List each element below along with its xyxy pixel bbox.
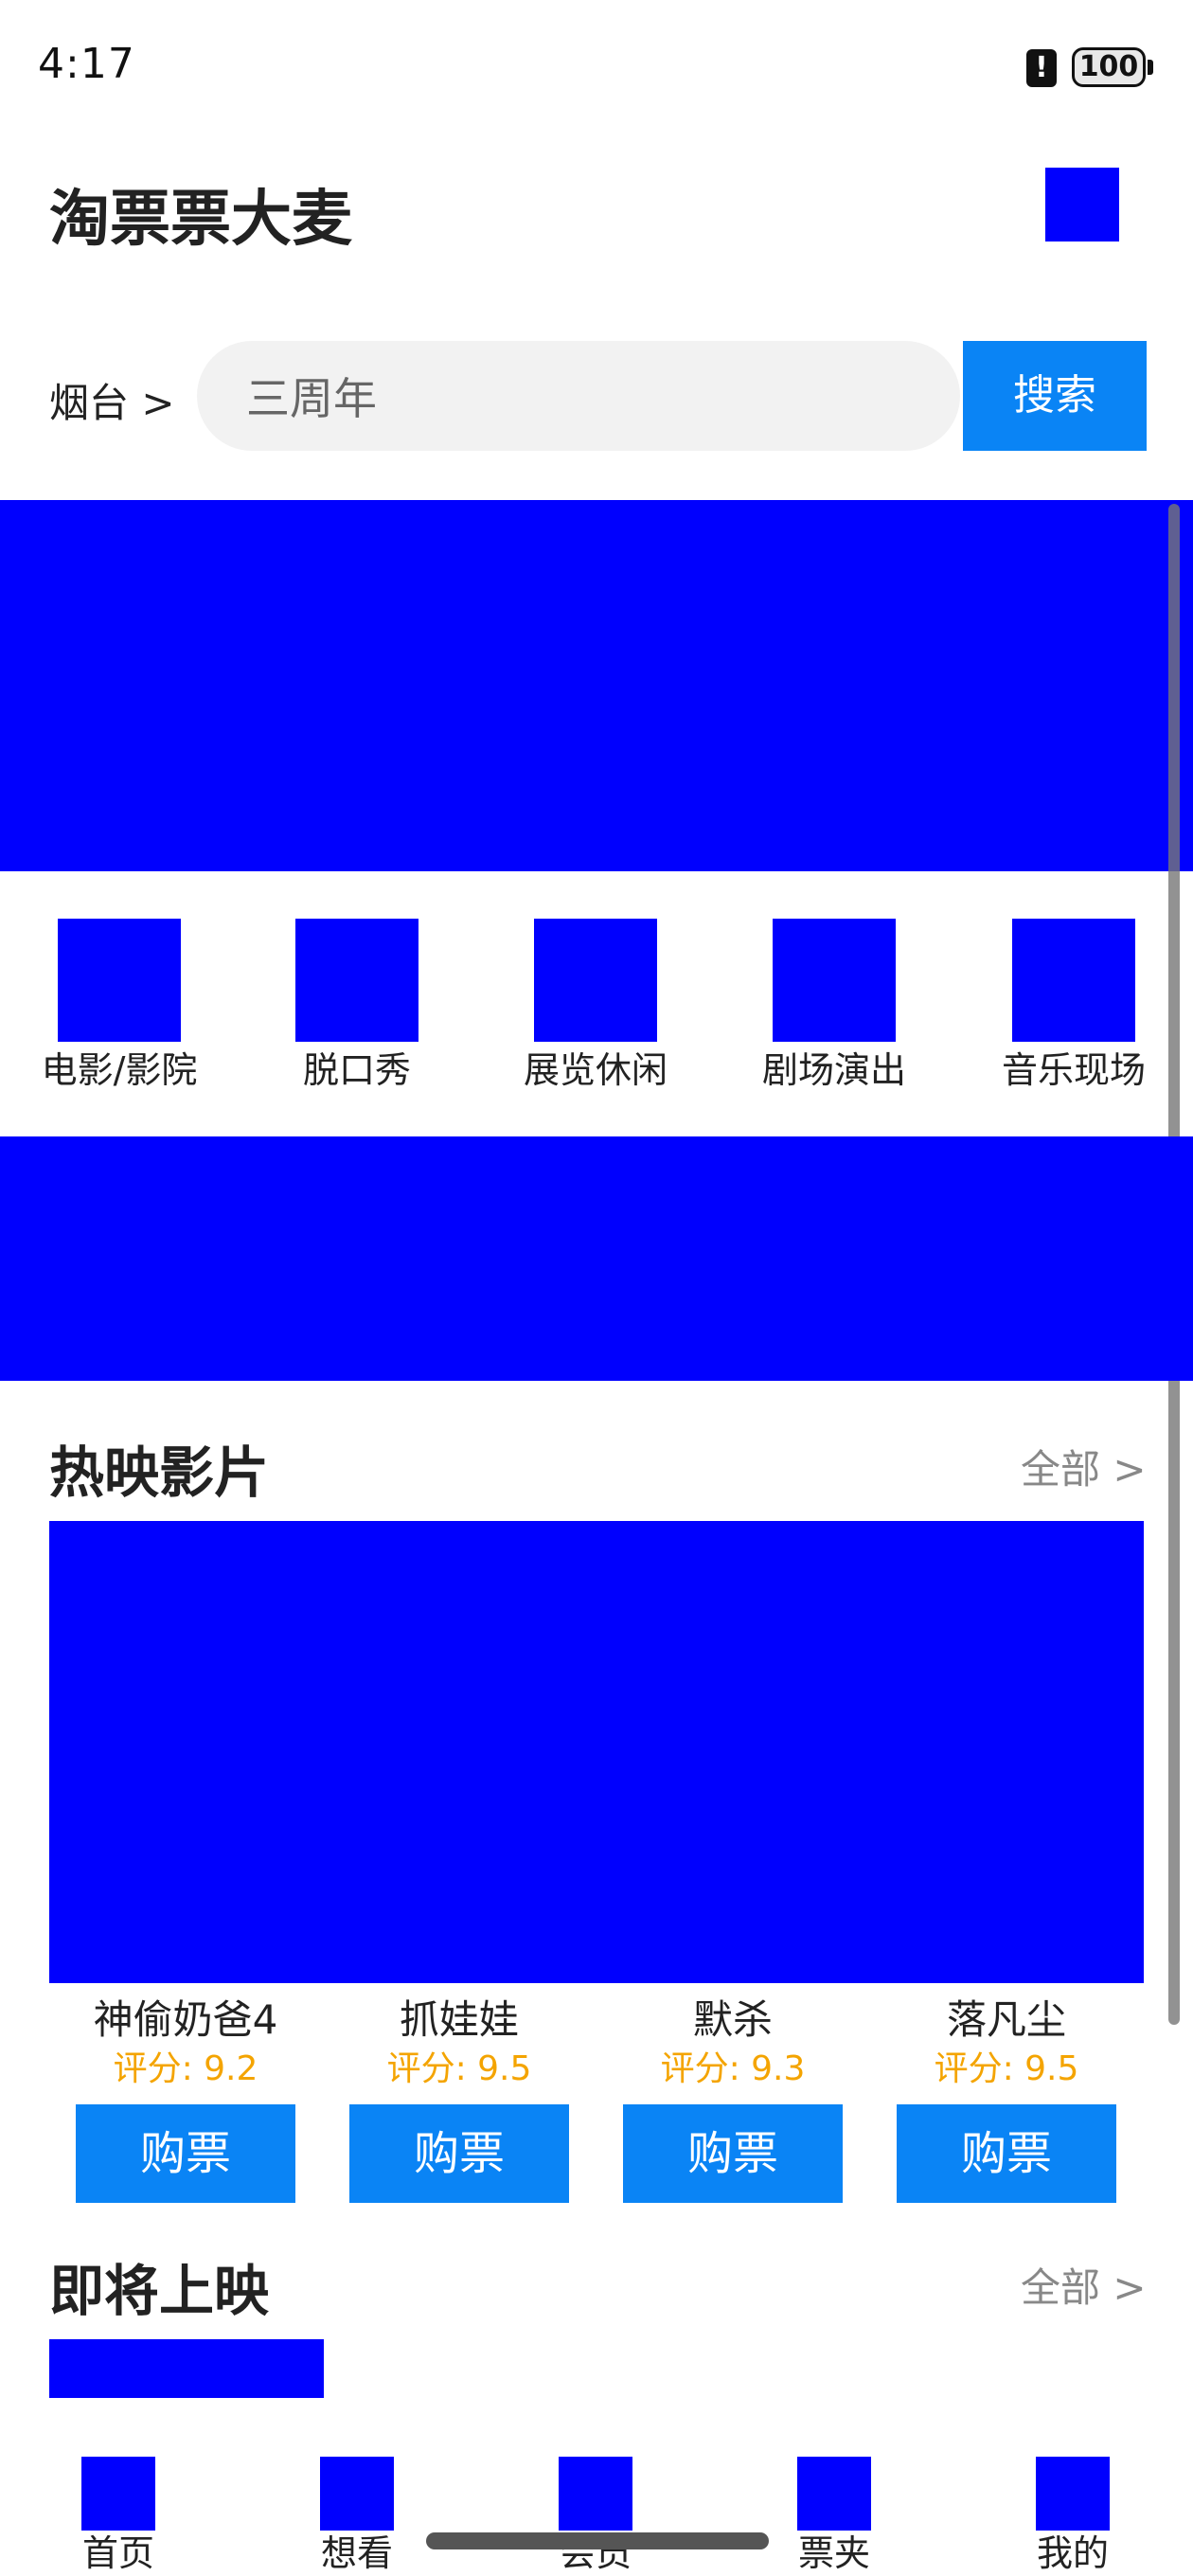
search-button[interactable]: 搜索 — [963, 341, 1147, 451]
battery-tip — [1148, 60, 1153, 75]
category-standup[interactable]: 脱口秀 — [253, 919, 461, 1099]
movie-posters-image[interactable] — [49, 1521, 1144, 1983]
wishlist-icon — [320, 2457, 394, 2531]
buy-ticket-button[interactable]: 购票 — [349, 2104, 569, 2203]
tickets-icon — [797, 2457, 871, 2531]
battery-icon: 100 — [1072, 47, 1146, 87]
profile-icon — [1036, 2457, 1110, 2531]
buy-ticket-button[interactable]: 购票 — [76, 2104, 295, 2203]
movie-card: 神偷奶爸4 评分: 9.2 购票 — [72, 1989, 299, 2203]
movie-name[interactable]: 默杀 — [619, 1989, 846, 2051]
movie-name[interactable]: 神偷奶爸4 — [72, 1989, 299, 2051]
nav-wishlist[interactable]: 想看 — [262, 2457, 452, 2576]
upcoming-title: 即将上映 — [49, 2259, 270, 2323]
movie-score: 评分: 9.5 — [934, 2049, 1079, 2088]
nav-label: 我的 — [1036, 2532, 1109, 2574]
category-label: 展览休闲 — [523, 1049, 668, 1091]
music-category-icon — [1012, 919, 1135, 1042]
category-label: 脱口秀 — [302, 1049, 411, 1091]
nav-home[interactable]: 首页 — [24, 2457, 213, 2576]
top-banner-image[interactable] — [0, 500, 1193, 871]
promo-banner-image[interactable] — [0, 1136, 1193, 1381]
movie-name[interactable]: 落凡尘 — [893, 1989, 1120, 2051]
now-showing-more-link[interactable]: 全部 > — [1021, 1438, 1147, 1495]
nav-tickets[interactable]: 票夹 — [739, 2457, 929, 2576]
category-theater[interactable]: 剧场演出 — [730, 919, 938, 1099]
movie-score: 评分: 9.2 — [113, 2049, 258, 2088]
movie-card: 落凡尘 评分: 9.5 购票 — [893, 1989, 1120, 2203]
now-showing-title: 热映影片 — [49, 1440, 270, 1505]
nav-profile[interactable]: 我的 — [978, 2457, 1167, 2576]
movie-card: 抓娃娃 评分: 9.5 购票 — [346, 1989, 573, 2203]
city-selector[interactable]: 烟台 > — [49, 371, 175, 429]
nav-label: 想看 — [320, 2532, 393, 2574]
movie-card: 默杀 评分: 9.3 购票 — [619, 1989, 846, 2203]
search-input[interactable] — [197, 341, 960, 451]
upcoming-image[interactable] — [49, 2339, 324, 2398]
movie-name[interactable]: 抓娃娃 — [346, 1989, 573, 2051]
theater-category-icon — [773, 919, 896, 1042]
standup-category-icon — [295, 919, 418, 1042]
buy-ticket-button[interactable]: 购票 — [623, 2104, 843, 2203]
home-indicator[interactable] — [426, 2532, 769, 2549]
movie-score: 评分: 9.3 — [660, 2049, 806, 2088]
alert-icon: ! — [1026, 49, 1057, 87]
category-music[interactable]: 音乐现场 — [970, 919, 1178, 1099]
membership-icon — [559, 2457, 632, 2531]
category-label: 电影/影院 — [41, 1049, 198, 1091]
home-icon — [81, 2457, 155, 2531]
category-label: 音乐现场 — [1001, 1049, 1146, 1091]
app-title: 淘票票大麦 — [49, 185, 352, 255]
buy-ticket-button[interactable]: 购票 — [897, 2104, 1116, 2203]
exhibition-category-icon — [534, 919, 657, 1042]
category-exhibition[interactable]: 展览休闲 — [491, 919, 700, 1099]
movie-score: 评分: 9.5 — [386, 2049, 532, 2088]
category-movie[interactable]: 电影/影院 — [15, 919, 223, 1099]
header-image-icon[interactable] — [1045, 168, 1119, 242]
status-time: 4:17 — [38, 40, 135, 88]
upcoming-more-link[interactable]: 全部 > — [1021, 2256, 1147, 2314]
nav-membership[interactable]: 会员 — [501, 2457, 690, 2576]
movie-category-icon — [58, 919, 181, 1042]
category-label: 剧场演出 — [761, 1049, 906, 1091]
nav-label: 首页 — [81, 2532, 154, 2574]
